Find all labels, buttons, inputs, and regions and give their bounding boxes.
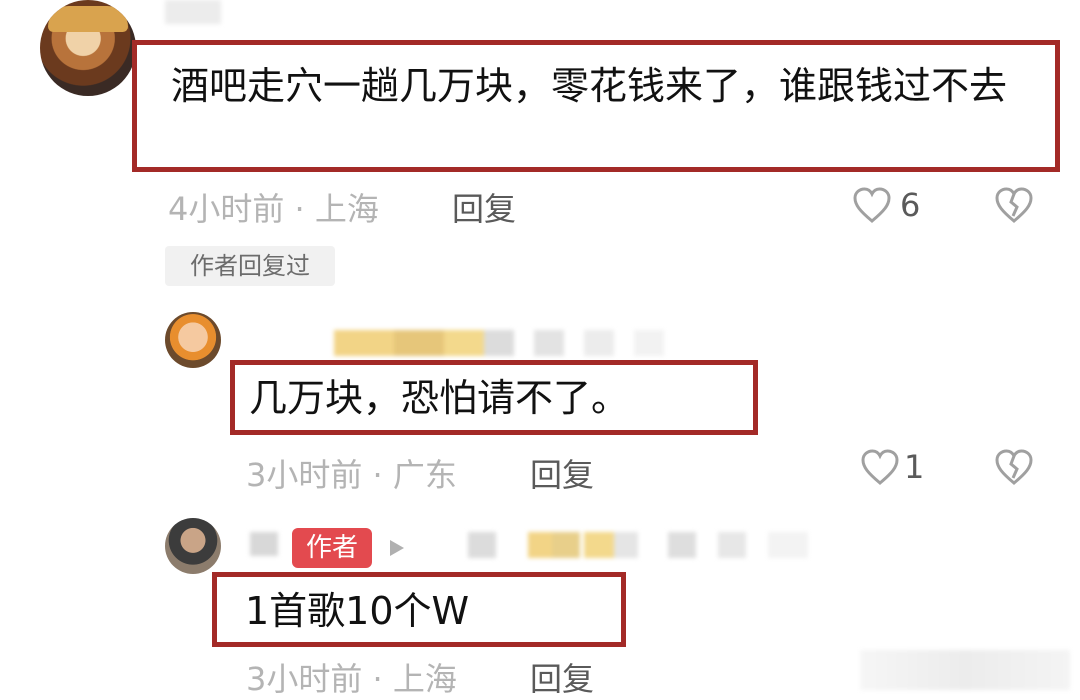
comment-meta: 4小时前 · 上海 [168, 184, 379, 230]
comment-thread: 酒吧走穴一趟几万块，零花钱来了，谁跟钱过不去 4小时前 · 上海 回复 6 作者… [0, 0, 1080, 700]
reply-meta: 3小时前 · 广东 [246, 450, 457, 496]
meta-separator: · [294, 190, 305, 228]
meta-separator: · [372, 456, 383, 494]
author-reply-highlighted: 1首歌10个W [212, 572, 626, 647]
author-name-blurred[interactable] [250, 532, 278, 556]
meta-separator: · [372, 660, 383, 698]
footer-blurred [860, 650, 1070, 690]
heart-outline-icon[interactable] [860, 448, 900, 486]
like-count: 1 [904, 448, 925, 486]
broken-heart-icon[interactable] [994, 448, 1034, 486]
reply-button[interactable]: 回复 [452, 184, 516, 230]
reply-time: 3小时前 [246, 660, 363, 698]
comment-location: 上海 [314, 190, 379, 228]
like-count: 6 [900, 186, 921, 224]
reply-location: 上海 [392, 660, 457, 698]
comment-text: 酒吧走穴一趟几万块，零花钱来了，谁跟钱过不去 [171, 64, 1008, 108]
reply-text-highlighted: 几万块，恐怕请不了。 [230, 360, 758, 435]
author-reply-text: 1首歌10个W [245, 589, 470, 633]
reply-button[interactable]: 回复 [530, 654, 594, 700]
author-reply-meta: 3小时前 · 上海 [246, 654, 457, 700]
reply-avatar[interactable] [165, 312, 221, 368]
reply-text: 几万块，恐怕请不了。 [249, 376, 630, 420]
comment-text-highlighted: 酒吧走穴一趟几万块，零花钱来了，谁跟钱过不去 [132, 40, 1060, 172]
reply-name-blurred[interactable] [334, 330, 664, 356]
reply-button[interactable]: 回复 [530, 450, 594, 496]
comment-time: 4小时前 [168, 190, 285, 228]
commenter-avatar[interactable] [40, 0, 136, 96]
heart-outline-icon[interactable] [852, 186, 892, 224]
commenter-name-blurred[interactable] [165, 0, 221, 24]
author-badge: 作者 [292, 528, 372, 568]
author-replied-tag: 作者回复过 [165, 246, 335, 286]
reply-location: 广东 [392, 456, 457, 494]
author-avatar[interactable] [165, 518, 221, 574]
reply-target-name-blurred [468, 532, 818, 558]
reply-time: 3小时前 [246, 456, 363, 494]
play-triangle-icon [390, 540, 404, 556]
broken-heart-icon[interactable] [994, 186, 1034, 224]
